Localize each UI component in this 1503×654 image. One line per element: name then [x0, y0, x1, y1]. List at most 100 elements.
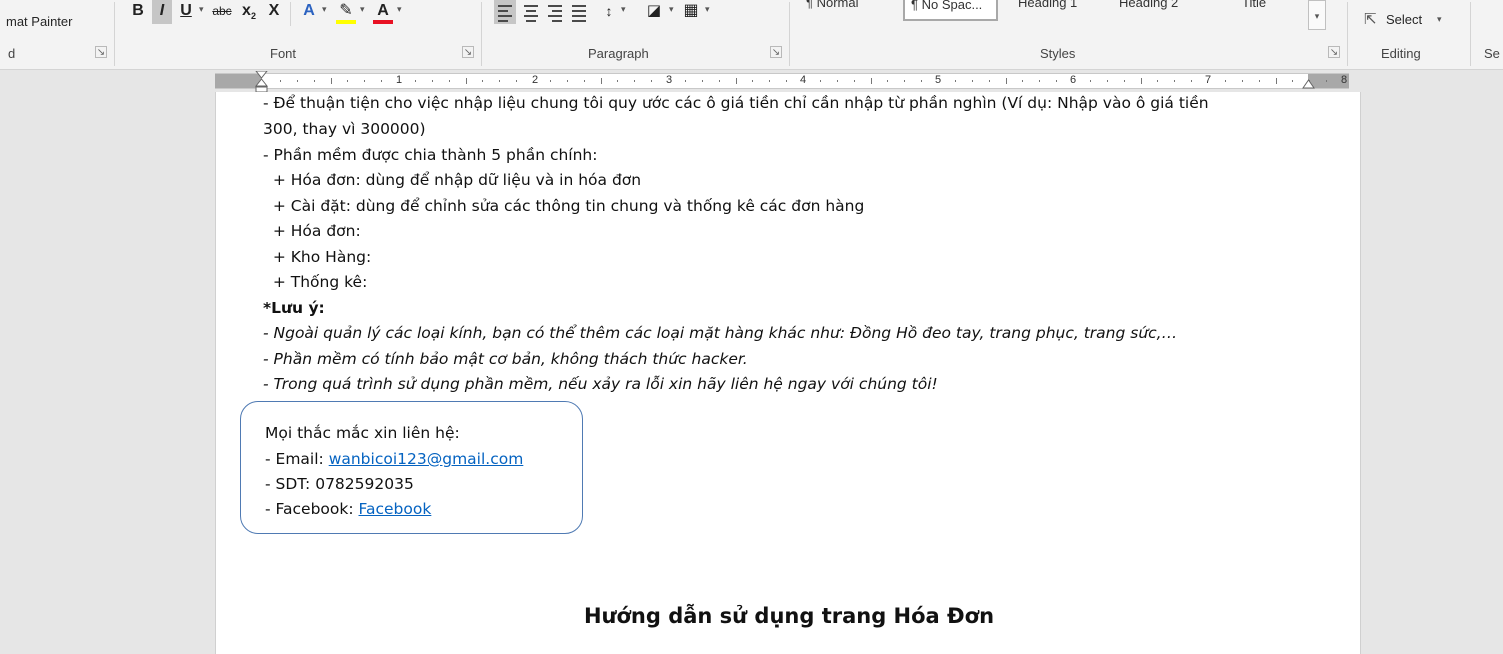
- select-dropdown-icon[interactable]: ▾: [1437, 14, 1442, 25]
- style-heading-2[interactable]: Heading 2: [1113, 0, 1208, 21]
- underline-button[interactable]: U: [176, 0, 196, 24]
- ruler-tick: [296, 80, 298, 82]
- line-spacing-dropdown-icon[interactable]: ▾: [621, 4, 626, 15]
- text-effects-button[interactable]: A: [298, 0, 320, 24]
- styles-dialog-launcher-icon[interactable]: ↘: [1328, 46, 1340, 58]
- ruler-tick: [1174, 80, 1176, 82]
- note-line: - Ngoài quản lý các loại kính, bạn có th…: [263, 324, 1178, 342]
- subscript-x: x: [242, 2, 251, 19]
- paragraph-dialog-launcher-icon[interactable]: ↘: [770, 46, 782, 58]
- clear-formatting-button[interactable]: X: [263, 0, 285, 24]
- ruler-tick: [819, 80, 821, 82]
- ruler-tick: [448, 80, 450, 82]
- ruler-track[interactable]: 1 2 3 4 5 6 7 8: [215, 71, 1349, 93]
- next-group-label: Se: [1484, 46, 1500, 61]
- facebook-link[interactable]: Facebook: [359, 500, 432, 518]
- ruler-number-1: 1: [395, 74, 403, 86]
- ruler-number-4: 4: [799, 74, 807, 86]
- text-effects-dropdown-icon[interactable]: ▾: [322, 4, 327, 15]
- ruler-tick: [1292, 80, 1294, 82]
- clipboard-dialog-launcher-icon[interactable]: ↘: [95, 46, 107, 58]
- email-link[interactable]: wanbicoi123@gmail.com: [329, 450, 524, 468]
- ruler-tick: [600, 78, 602, 84]
- ruler-tick: [1326, 80, 1328, 82]
- body-line: 300, thay vì 300000): [263, 120, 426, 138]
- ruler-tick: [651, 80, 653, 82]
- line-spacing-icon[interactable]: ↕: [598, 0, 620, 24]
- ruler-tick: [1191, 80, 1193, 82]
- ruler-number-6: 6: [1069, 74, 1077, 86]
- align-left-button[interactable]: [494, 0, 516, 24]
- ruler-tick: [347, 80, 349, 82]
- ruler-tick: [921, 80, 923, 82]
- clipboard-group-label: d: [8, 46, 16, 61]
- document-page[interactable]: - Để thuận tiện cho việc nhập liệu chung…: [215, 92, 1361, 654]
- align-right-button[interactable]: [544, 0, 566, 24]
- justify-button[interactable]: [568, 0, 590, 24]
- style-title[interactable]: Title: [1236, 0, 1296, 21]
- ruler-tick: [988, 80, 990, 82]
- ruler-number-2: 2: [531, 74, 539, 86]
- indent-marker-icon[interactable]: [255, 71, 268, 93]
- ruler-tick: [904, 80, 906, 82]
- ruler-tick: [971, 80, 973, 82]
- facebook-label: - Facebook:: [265, 500, 359, 518]
- contact-text-box[interactable]: Mọi thắc mắc xin liên hệ: - Email: wanbi…: [240, 401, 583, 534]
- ruler-tick: [279, 80, 281, 82]
- italic-button[interactable]: I: [152, 0, 172, 24]
- ruler-tick: [684, 80, 686, 82]
- style-heading-1[interactable]: Heading 1: [1012, 0, 1107, 21]
- ruler-tick: [1106, 80, 1108, 82]
- ruler-tick: [752, 80, 754, 82]
- ruler-tick: [735, 78, 737, 84]
- strikethrough-button[interactable]: abc: [209, 0, 235, 24]
- font-color-dropdown-icon[interactable]: ▾: [397, 4, 402, 15]
- ruler-tick: [549, 80, 551, 82]
- body-line: + Hóa đơn: dùng để nhập dữ liệu và in hó…: [263, 171, 642, 189]
- ruler-tick: [1157, 80, 1159, 82]
- ruler-tick: [1089, 80, 1091, 82]
- shading-icon[interactable]: ◪: [642, 0, 666, 24]
- right-indent-marker-icon[interactable]: [1302, 79, 1315, 89]
- ruler-tick: [364, 80, 366, 82]
- font-dialog-launcher-icon[interactable]: ↘: [462, 46, 474, 58]
- ruler-tick: [701, 80, 703, 82]
- contact-heading: Mọi thắc mắc xin liên hệ:: [265, 424, 460, 442]
- group-divider: [114, 2, 115, 66]
- underline-dropdown-icon[interactable]: ▾: [199, 4, 204, 15]
- subscript-button[interactable]: x2: [238, 0, 260, 24]
- borders-dropdown-icon[interactable]: ▾: [705, 4, 710, 15]
- style-no-spacing[interactable]: ¶ No Spac...: [903, 0, 998, 21]
- bold-button[interactable]: B: [128, 0, 148, 24]
- ruler-tick: [330, 78, 332, 84]
- format-painter-button[interactable]: mat Painter: [6, 14, 72, 29]
- ruler-tick: [499, 80, 501, 82]
- ruler-tick: [1039, 80, 1041, 82]
- ruler-tick: [853, 80, 855, 82]
- body-line: - Phần mềm được chia thành 5 phần chính:: [263, 146, 598, 164]
- style-normal[interactable]: ¶ Normal: [800, 0, 900, 21]
- highlight-color-bar: [336, 20, 356, 24]
- note-title: *Lưu ý:: [263, 299, 325, 317]
- ruler-tick: [1275, 78, 1277, 84]
- contact-email-line: - Email: wanbicoi123@gmail.com: [265, 450, 523, 468]
- styles-scroll-icon[interactable]: ▾: [1308, 0, 1326, 30]
- borders-icon[interactable]: ▦: [680, 0, 702, 24]
- group-divider: [1347, 2, 1348, 66]
- body-line: + Kho Hàng:: [263, 248, 372, 266]
- styles-group-label: Styles: [1040, 46, 1076, 61]
- note-line: - Trong quá trình sử dụng phần mềm, nếu …: [263, 375, 938, 393]
- align-center-button[interactable]: [520, 0, 542, 24]
- ruler-tick: [1123, 80, 1125, 82]
- font-group-label: Font: [270, 46, 297, 61]
- body-line: - Để thuận tiện cho việc nhập liệu chung…: [263, 94, 1209, 112]
- select-button[interactable]: Select: [1386, 12, 1422, 27]
- highlight-dropdown-icon[interactable]: ▾: [360, 4, 365, 15]
- subscript-mark: 2: [250, 11, 256, 22]
- ruler-tick: [516, 80, 518, 82]
- ruler-number-5: 5: [934, 74, 942, 86]
- body-line: + Hóa đơn:: [263, 222, 361, 240]
- ruler-tick: [566, 80, 568, 82]
- ruler-number-7: 7: [1204, 74, 1212, 86]
- shading-dropdown-icon[interactable]: ▾: [669, 4, 674, 15]
